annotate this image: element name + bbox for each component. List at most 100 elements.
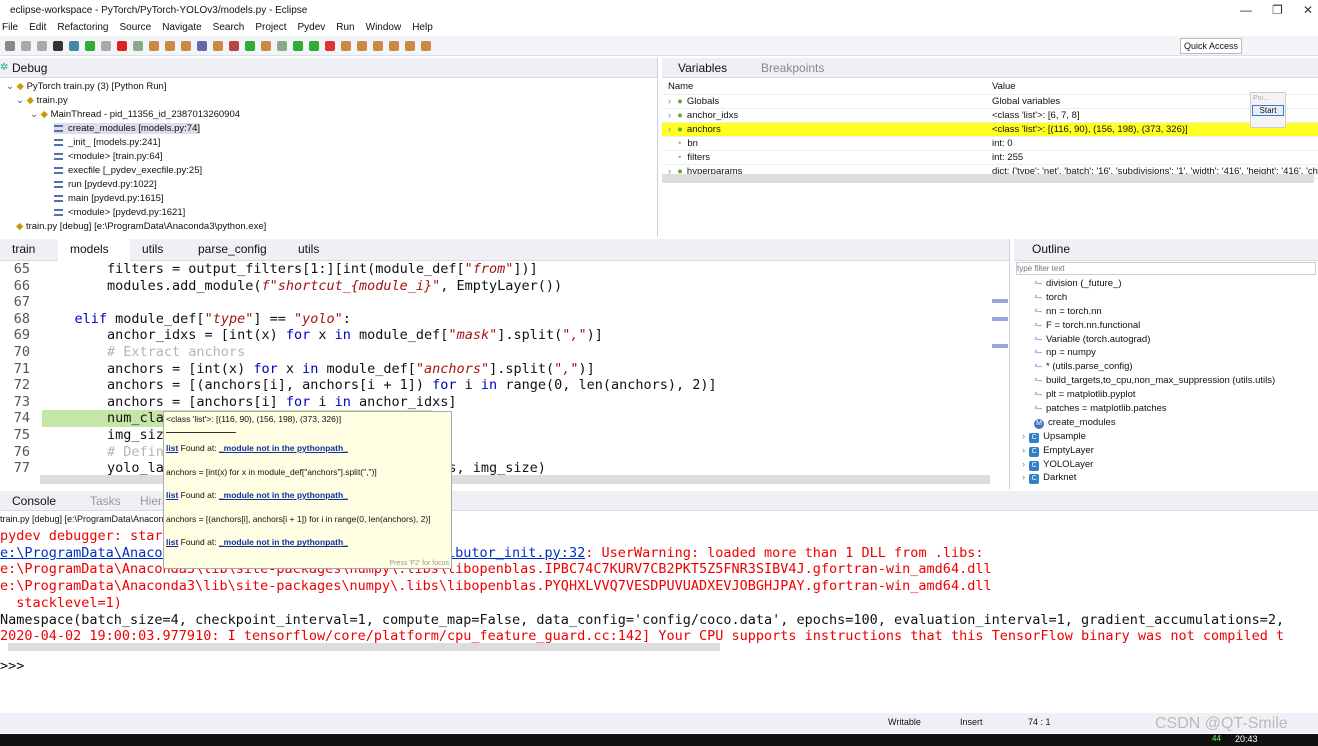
code-line[interactable]: 69 anchor_idxs = [int(x) for x in module… bbox=[0, 327, 1009, 344]
expand-arrow-icon[interactable]: ⌄ bbox=[16, 95, 27, 106]
variable-row[interactable]: › ● Globals Global variables bbox=[662, 94, 1318, 109]
outline-item[interactable]: ⁴– torch bbox=[1014, 291, 1318, 305]
outline-item[interactable]: › C YOLOLayer bbox=[1014, 458, 1318, 472]
debug-tree-item[interactable]: <module> [pydevd.py:1621] bbox=[0, 206, 657, 220]
toolbar-button[interactable] bbox=[133, 41, 143, 51]
outline-item[interactable]: ⁴– build_targets,to_cpu,non_max_suppressi… bbox=[1014, 374, 1318, 388]
variable-row[interactable]: › ● anchor_idxs <class 'list'>: [6, 7, 8] bbox=[662, 108, 1318, 123]
toolbar-button[interactable] bbox=[181, 41, 191, 51]
debug-tree-item[interactable]: <module> [train.py:64] bbox=[0, 150, 657, 164]
tab-models[interactable]: models bbox=[58, 239, 130, 261]
toolbar-button[interactable] bbox=[357, 41, 367, 51]
quick-access-field[interactable]: Quick Access bbox=[1180, 38, 1243, 54]
toolbar-button[interactable] bbox=[149, 41, 159, 51]
maximize-button[interactable]: ❐ bbox=[1272, 3, 1283, 17]
outline-filter-input[interactable] bbox=[1016, 262, 1316, 275]
expand-arrow-icon[interactable]: ⌄ bbox=[6, 81, 17, 92]
code-text[interactable]: anchors = [int(x) for x in module_def["a… bbox=[42, 361, 595, 378]
toolbar-button[interactable] bbox=[5, 41, 15, 51]
menu-search[interactable]: Search bbox=[213, 20, 245, 33]
outline-item[interactable]: ⁴– np = numpy bbox=[1014, 346, 1318, 360]
debug-tree-item[interactable]: ⌄ ◆ MainThread - pid_11356_id_2387013260… bbox=[0, 108, 657, 122]
outline-item[interactable]: ⁴– F = torch.nn.functional bbox=[1014, 319, 1318, 333]
outline-item[interactable]: ⁴– patches = matplotlib.patches bbox=[1014, 402, 1318, 416]
toolbar-button[interactable] bbox=[101, 41, 111, 51]
tab-console[interactable]: Console bbox=[12, 494, 56, 508]
code-text[interactable]: filters = output_filters[1:][int(module_… bbox=[42, 261, 538, 278]
code-line[interactable]: 71 anchors = [int(x) for x in module_def… bbox=[0, 361, 1009, 378]
debug-tree-item[interactable]: run [pydevd.py:1022] bbox=[0, 178, 657, 192]
tooltip-module-link[interactable]: _module not in the pythonpath_ bbox=[219, 490, 348, 500]
code-line[interactable]: 76 # Define detection layer bbox=[0, 444, 1009, 461]
outline-item[interactable]: ⁴– division (_future_) bbox=[1014, 277, 1318, 291]
popup-field[interactable]: Poi... bbox=[1251, 93, 1285, 104]
toolbar-button[interactable] bbox=[69, 41, 79, 51]
code-line[interactable]: 73 anchors = [anchors[i] for i in anchor… bbox=[0, 394, 1009, 411]
tab-parse_config[interactable]: parse_config bbox=[186, 239, 286, 261]
expand-arrow-icon[interactable]: › bbox=[668, 124, 671, 135]
toolbar-button[interactable] bbox=[245, 41, 255, 51]
outline-item[interactable]: ⁴– plt = matplotlib.pyplot bbox=[1014, 388, 1318, 402]
expand-arrow-icon[interactable]: ⌄ bbox=[30, 109, 41, 120]
code-line[interactable]: 74 num_classes = int(module_def["classes… bbox=[0, 410, 1009, 427]
column-name[interactable]: Name bbox=[662, 80, 992, 95]
toolbar-button[interactable] bbox=[165, 41, 175, 51]
menu-window[interactable]: Window bbox=[366, 20, 402, 33]
code-text[interactable]: anchors = [anchors[i] for i in anchor_id… bbox=[42, 394, 457, 411]
code-line[interactable]: 72 anchors = [(anchors[i], anchors[i + 1… bbox=[0, 377, 1009, 394]
toolbar-button[interactable] bbox=[53, 41, 63, 51]
toolbar-button[interactable] bbox=[293, 41, 303, 51]
variable-row[interactable]: › ● anchors <class 'list'>: [(116, 90), (15… bbox=[662, 122, 1318, 137]
menu-edit[interactable]: Edit bbox=[29, 20, 46, 33]
tab-utils[interactable]: utils bbox=[130, 239, 186, 261]
toolbar-button[interactable] bbox=[421, 41, 431, 51]
code-line[interactable]: 67 bbox=[0, 294, 1009, 311]
menu-project[interactable]: Project bbox=[255, 20, 286, 33]
outline-item[interactable]: › C Darknet bbox=[1014, 471, 1318, 485]
toolbar-button[interactable] bbox=[21, 41, 31, 51]
toolbar-button[interactable] bbox=[309, 41, 319, 51]
code-text[interactable]: modules.add_module(f"shortcut_{module_i}… bbox=[42, 278, 562, 295]
expand-arrow-icon[interactable]: › bbox=[668, 110, 671, 121]
tooltip-type-link[interactable]: list bbox=[166, 537, 178, 547]
outline-item[interactable]: ⁴– nn = torch.nn bbox=[1014, 305, 1318, 319]
tooltip-type-link[interactable]: list bbox=[166, 490, 178, 500]
debug-tree-item[interactable]: ◆ train.py [debug] [e:\ProgramData\Anaco… bbox=[0, 220, 657, 234]
outline-item[interactable]: › C EmptyLayer bbox=[1014, 444, 1318, 458]
menu-source[interactable]: Source bbox=[120, 20, 152, 33]
menu-pydev[interactable]: Pydev bbox=[297, 20, 325, 33]
toolbar-button[interactable] bbox=[229, 41, 239, 51]
toolbar-button[interactable] bbox=[117, 41, 127, 51]
console-hscrollbar[interactable] bbox=[8, 643, 720, 651]
toolbar-button[interactable] bbox=[373, 41, 383, 51]
toolbar-button[interactable] bbox=[197, 41, 207, 51]
menu-file[interactable]: File bbox=[2, 20, 18, 33]
code-line[interactable]: 66 modules.add_module(f"shortcut_{module… bbox=[0, 278, 1009, 295]
menu-refactoring[interactable]: Refactoring bbox=[57, 20, 108, 33]
tooltip-module-link[interactable]: _module not in the pythonpath_ bbox=[219, 443, 348, 453]
code-line[interactable]: 75 img_size = int(hyperparams["height"]) bbox=[0, 427, 1009, 444]
menu-navigate[interactable]: Navigate bbox=[162, 20, 201, 33]
expand-arrow-icon[interactable]: › bbox=[1014, 472, 1025, 483]
menu-run[interactable]: Run bbox=[336, 20, 354, 33]
code-line[interactable]: 65 filters = output_filters[1:][int(modu… bbox=[0, 261, 1009, 278]
tab-debug[interactable]: Debug bbox=[12, 61, 47, 75]
debug-tree-item[interactable]: execfile [_pydev_execfile.py:25] bbox=[0, 164, 657, 178]
tab-tasks[interactable]: Tasks bbox=[90, 494, 121, 508]
code-line[interactable]: 68 elif module_def["type"] == "yolo": bbox=[0, 311, 1009, 328]
code-text[interactable]: anchor_idxs = [int(x) for x in module_de… bbox=[42, 327, 603, 344]
toolbar-button[interactable] bbox=[277, 41, 287, 51]
outline-item[interactable]: ⁴– Variable (torch.autograd) bbox=[1014, 333, 1318, 347]
toolbar-button[interactable] bbox=[341, 41, 351, 51]
tab-breakpoints[interactable]: Breakpoints bbox=[761, 61, 824, 75]
toolbar-button[interactable] bbox=[85, 41, 95, 51]
code-text[interactable]: # Extract anchors bbox=[42, 344, 245, 361]
code-text[interactable]: elif module_def["type"] == "yolo": bbox=[42, 311, 351, 328]
toolbar-button[interactable] bbox=[405, 41, 415, 51]
toolbar-button[interactable] bbox=[37, 41, 47, 51]
debug-tree-item[interactable]: _init_ [models.py:241] bbox=[0, 136, 657, 150]
debug-tree-item[interactable]: create_modules [models.py:74] bbox=[0, 122, 657, 136]
expand-arrow-icon[interactable]: › bbox=[1014, 459, 1025, 470]
start-button[interactable]: Start bbox=[1252, 105, 1284, 116]
code-line[interactable]: 70 # Extract anchors bbox=[0, 344, 1009, 361]
